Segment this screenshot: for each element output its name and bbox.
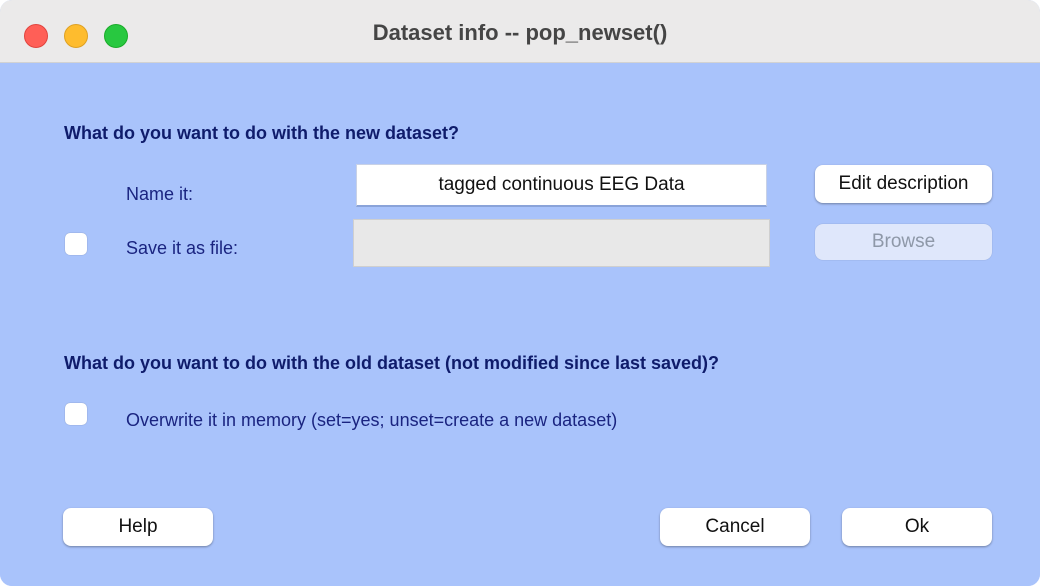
overwrite-label: Overwrite it in memory (set=yes; unset=c…	[126, 410, 618, 430]
save-as-file-checkbox[interactable]	[65, 233, 87, 255]
cancel-button[interactable]: Cancel	[660, 508, 810, 546]
name-label: Name it:	[126, 184, 194, 204]
dialog-content: What do you want to do with the new data…	[0, 63, 1040, 586]
save-file-path-input[interactable]	[353, 219, 770, 267]
browse-button[interactable]: Browse	[815, 224, 992, 260]
help-button[interactable]: Help	[63, 508, 213, 546]
edit-description-button[interactable]: Edit description	[815, 165, 992, 203]
new-dataset-heading: What do you want to do with the new data…	[64, 123, 459, 143]
window-title: Dataset info -- pop_newset()	[372, 20, 668, 45]
overwrite-checkbox[interactable]	[65, 403, 87, 425]
title-bar: Dataset info -- pop_newset()	[0, 0, 1040, 63]
old-dataset-heading: What do you want to do with the old data…	[64, 353, 720, 373]
save-as-file-label: Save it as file:	[126, 238, 239, 258]
dataset-name-input[interactable]: tagged continuous EEG Data	[356, 164, 767, 207]
dataset-info-dialog: Dataset info -- pop_newset() What do you…	[0, 0, 1040, 586]
ok-button[interactable]: Ok	[842, 508, 992, 546]
